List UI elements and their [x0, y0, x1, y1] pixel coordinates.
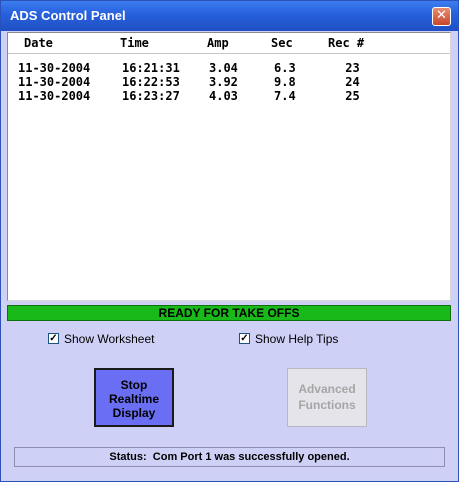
ads-control-panel-window: ADS Control Panel ✕ Date Time Amp Sec Re… — [0, 0, 459, 482]
status-bar: Status: Com Port 1 was successfully open… — [14, 447, 445, 467]
close-icon[interactable]: ✕ — [432, 7, 451, 26]
cell-time: 16:23:27 — [122, 89, 180, 103]
table-row[interactable]: 11-30-2004 16:22:53 3.92 9.8 24 — [8, 75, 450, 89]
advanced-functions-button[interactable]: Advanced Functions — [287, 368, 367, 427]
stop-button-line-1: Stop — [120, 378, 148, 392]
cell-amp: 3.92 — [209, 75, 238, 89]
header-time: Time — [120, 36, 149, 50]
cell-amp: 3.04 — [209, 61, 238, 75]
stop-realtime-display-button[interactable]: Stop Realtime Display — [94, 368, 174, 427]
records-header-row: Date Time Amp Sec Rec # — [8, 33, 450, 54]
ready-status-bar: READY FOR TAKE OFFS — [7, 305, 451, 321]
show-worksheet-label[interactable]: Show Worksheet — [64, 332, 155, 346]
cell-amp: 4.03 — [209, 89, 238, 103]
stop-button-line-3: Display — [112, 406, 156, 420]
table-row[interactable]: 11-30-2004 16:21:31 3.04 6.3 23 — [8, 61, 450, 75]
header-amp: Amp — [207, 36, 229, 50]
records-list[interactable]: Date Time Amp Sec Rec # 11-30-2004 16:21… — [7, 32, 451, 301]
cell-date: 11-30-2004 — [18, 61, 91, 75]
cell-sec: 6.3 — [274, 61, 296, 75]
cell-rec: 23 — [338, 61, 360, 75]
cell-rec: 25 — [338, 89, 360, 103]
check-icon[interactable]: ✓ — [48, 333, 59, 344]
advanced-button-line-1: Advanced — [298, 382, 356, 396]
header-sec: Sec — [271, 36, 293, 50]
window-title: ADS Control Panel — [10, 8, 126, 23]
header-date: Date — [24, 36, 53, 50]
show-help-tips-label[interactable]: Show Help Tips — [255, 332, 338, 346]
check-icon[interactable]: ✓ — [239, 333, 250, 344]
header-rec: Rec # — [328, 36, 365, 50]
title-bar[interactable]: ADS Control Panel ✕ — [1, 1, 458, 31]
cell-time: 16:21:31 — [122, 61, 180, 75]
stop-button-line-2: Realtime — [108, 392, 160, 406]
cell-date: 11-30-2004 — [18, 75, 91, 89]
advanced-button-line-2: Functions — [298, 398, 356, 412]
status-message: Com Port 1 was successfully opened. — [152, 451, 350, 463]
cell-date: 11-30-2004 — [18, 89, 91, 103]
cell-rec: 24 — [338, 75, 360, 89]
table-row[interactable]: 11-30-2004 16:23:27 4.03 7.4 25 — [8, 89, 450, 103]
cell-time: 16:22:53 — [122, 75, 180, 89]
cell-sec: 9.8 — [274, 75, 296, 89]
cell-sec: 7.4 — [274, 89, 296, 103]
status-prefix: Status: — [109, 451, 147, 463]
